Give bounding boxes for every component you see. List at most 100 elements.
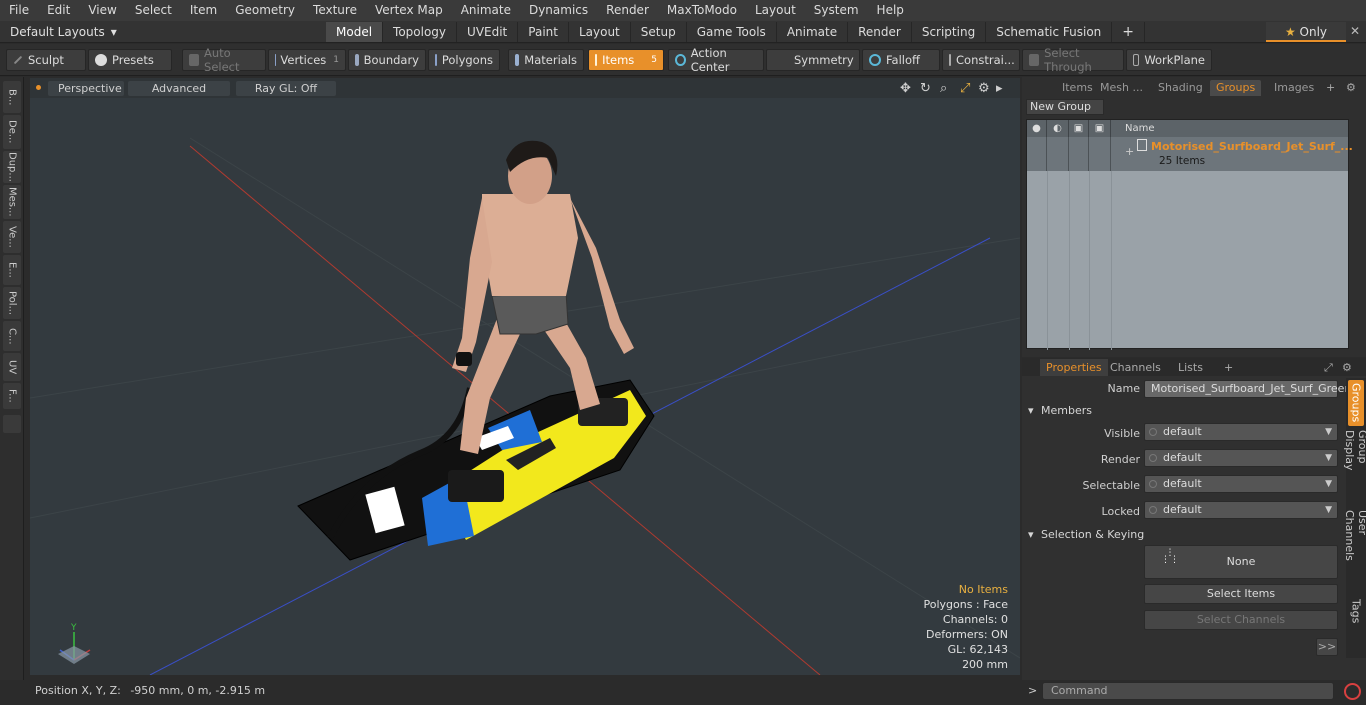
add-panel-icon[interactable]: +: [1320, 80, 1341, 96]
vtab-groups[interactable]: Groups: [1348, 380, 1364, 426]
polygons-button[interactable]: Polygons: [428, 49, 500, 71]
panel-gear-icon[interactable]: ⚙: [1340, 80, 1362, 96]
menu-view[interactable]: View: [79, 0, 125, 21]
menu-render[interactable]: Render: [597, 0, 658, 21]
members-section[interactable]: ▾ Members: [1028, 404, 1092, 417]
tab-uvedit[interactable]: UVEdit: [457, 22, 519, 42]
menu-maxtomodo[interactable]: MaxToModo: [658, 0, 746, 21]
tab-lists[interactable]: Lists: [1172, 359, 1209, 376]
left-tab-duplicate[interactable]: Dup...: [3, 151, 21, 183]
tab-layout[interactable]: Layout: [569, 22, 631, 42]
only-toggle[interactable]: ★ Only: [1266, 22, 1346, 42]
expand-icon[interactable]: +: [1125, 145, 1134, 158]
group-row[interactable]: + Motorised_Surfboard_Jet_Surf_... 25 It…: [1027, 137, 1353, 171]
new-group-button[interactable]: New Group: [1026, 99, 1104, 115]
menu-texture[interactable]: Texture: [304, 0, 366, 21]
name-field[interactable]: Motorised_Surfboard_Jet_Surf_Greer: [1144, 380, 1349, 398]
lock-icon[interactable]: ▣: [1069, 120, 1089, 137]
tab-render[interactable]: Render: [848, 22, 912, 42]
left-tab-edge[interactable]: E...: [3, 255, 21, 285]
tab-scripting[interactable]: Scripting: [912, 22, 987, 42]
add-tab-icon[interactable]: +: [1218, 359, 1239, 376]
eye-icon[interactable]: ●: [1027, 120, 1047, 137]
menu-edit[interactable]: Edit: [38, 0, 79, 21]
select-through-button[interactable]: Select Through: [1022, 46, 1124, 74]
panel-gear-icon[interactable]: ⚙: [1336, 359, 1358, 376]
vtab-group-display[interactable]: Group Display: [1343, 430, 1366, 504]
falloff-button[interactable]: Falloff: [862, 49, 940, 71]
left-tab-fusion[interactable]: F...: [3, 383, 21, 409]
constraints-button[interactable]: Constrai...: [942, 49, 1020, 71]
action-center-button[interactable]: Action Center: [668, 46, 764, 74]
auto-select-button[interactable]: Auto Select: [182, 46, 266, 74]
workplane-button[interactable]: WorkPlane: [1126, 49, 1212, 71]
symmetry-button[interactable]: Symmetry: [766, 49, 860, 71]
visible-dropdown[interactable]: default ▼: [1144, 423, 1338, 441]
none-button[interactable]: ⋮ ⋮⋮ None: [1144, 545, 1338, 579]
left-tab-more[interactable]: [3, 415, 21, 433]
close-icon[interactable]: ✕: [1350, 24, 1360, 38]
lock-toggle[interactable]: [1069, 137, 1089, 171]
locked-dropdown[interactable]: default ▼: [1144, 501, 1338, 519]
select-icon[interactable]: ▣: [1089, 120, 1111, 137]
tab-setup[interactable]: Setup: [631, 22, 687, 42]
gear-icon[interactable]: ⚙: [978, 81, 990, 96]
left-tab-mesh[interactable]: Mes...: [3, 185, 21, 219]
menu-select[interactable]: Select: [126, 0, 181, 21]
tab-images[interactable]: Images: [1268, 80, 1320, 96]
left-tab-polygon[interactable]: Pol...: [3, 287, 21, 319]
tab-animate[interactable]: Animate: [777, 22, 849, 42]
presets-button[interactable]: Presets: [88, 49, 172, 71]
selection-keying-section[interactable]: ▾ Selection & Keying: [1028, 528, 1144, 541]
render-toggle[interactable]: [1047, 137, 1069, 171]
menu-geometry[interactable]: Geometry: [226, 0, 304, 21]
record-icon[interactable]: [1344, 683, 1361, 700]
pan-icon[interactable]: ✥: [900, 81, 911, 96]
rotate-icon[interactable]: ↻: [920, 81, 931, 96]
render-icon[interactable]: ◐: [1047, 120, 1069, 137]
menu-animate[interactable]: Animate: [452, 0, 520, 21]
fit-icon[interactable]: ⤢: [960, 81, 970, 96]
left-tab-deform[interactable]: De...: [3, 115, 21, 149]
tab-paint[interactable]: Paint: [518, 22, 569, 42]
select-items-button[interactable]: Select Items: [1144, 584, 1338, 604]
menu-help[interactable]: Help: [868, 0, 913, 21]
tab-groups[interactable]: Groups: [1210, 80, 1262, 96]
menu-item[interactable]: Item: [181, 0, 226, 21]
command-input[interactable]: Command: [1042, 682, 1334, 700]
layout-dropdown[interactable]: Default Layouts ▾: [10, 24, 117, 40]
column-name[interactable]: Name: [1111, 120, 1350, 137]
menu-file[interactable]: File: [0, 0, 38, 21]
tab-topology[interactable]: Topology: [383, 22, 458, 42]
tab-game-tools[interactable]: Game Tools: [687, 22, 777, 42]
more-button[interactable]: >>: [1316, 638, 1338, 656]
vertices-button[interactable]: Vertices 1: [268, 49, 346, 71]
items-button[interactable]: Items 5: [588, 49, 664, 71]
tab-items[interactable]: Items: [1056, 80, 1099, 96]
tab-model[interactable]: Model: [326, 22, 384, 42]
tab-properties[interactable]: Properties: [1040, 359, 1108, 376]
play-arrow-icon[interactable]: ▸: [996, 81, 1003, 96]
render-dropdown[interactable]: default ▼: [1144, 449, 1338, 467]
tab-shading[interactable]: Shading: [1152, 80, 1209, 96]
left-tab-curve[interactable]: C...: [3, 321, 21, 351]
3d-viewport[interactable]: Perspective Advanced Ray GL: Off ✥ ↻ ⌕ ⤢…: [30, 78, 1020, 675]
tab-schematic-fusion[interactable]: Schematic Fusion: [986, 22, 1113, 42]
menu-dynamics[interactable]: Dynamics: [520, 0, 597, 21]
add-tab-icon[interactable]: +: [1112, 22, 1146, 42]
menu-layout[interactable]: Layout: [746, 0, 805, 21]
menu-vertex-map[interactable]: Vertex Map: [366, 0, 452, 21]
tab-channels[interactable]: Channels: [1104, 359, 1167, 376]
shading-mode-dropdown[interactable]: Advanced: [128, 81, 230, 96]
zoom-icon[interactable]: ⌕: [940, 81, 947, 96]
left-tab-uv[interactable]: UV: [3, 353, 21, 381]
perspective-dropdown[interactable]: Perspective: [48, 81, 124, 96]
selectable-toggle[interactable]: [1089, 137, 1111, 171]
left-tab-vertex[interactable]: Ve...: [3, 221, 21, 253]
selectable-dropdown[interactable]: default ▼: [1144, 475, 1338, 493]
visibility-toggle[interactable]: [1027, 137, 1047, 171]
left-tab-basic[interactable]: B...: [3, 81, 21, 113]
sculpt-button[interactable]: Sculpt: [6, 49, 86, 71]
select-channels-button[interactable]: Select Channels: [1144, 610, 1338, 630]
materials-button[interactable]: Materials: [508, 49, 584, 71]
